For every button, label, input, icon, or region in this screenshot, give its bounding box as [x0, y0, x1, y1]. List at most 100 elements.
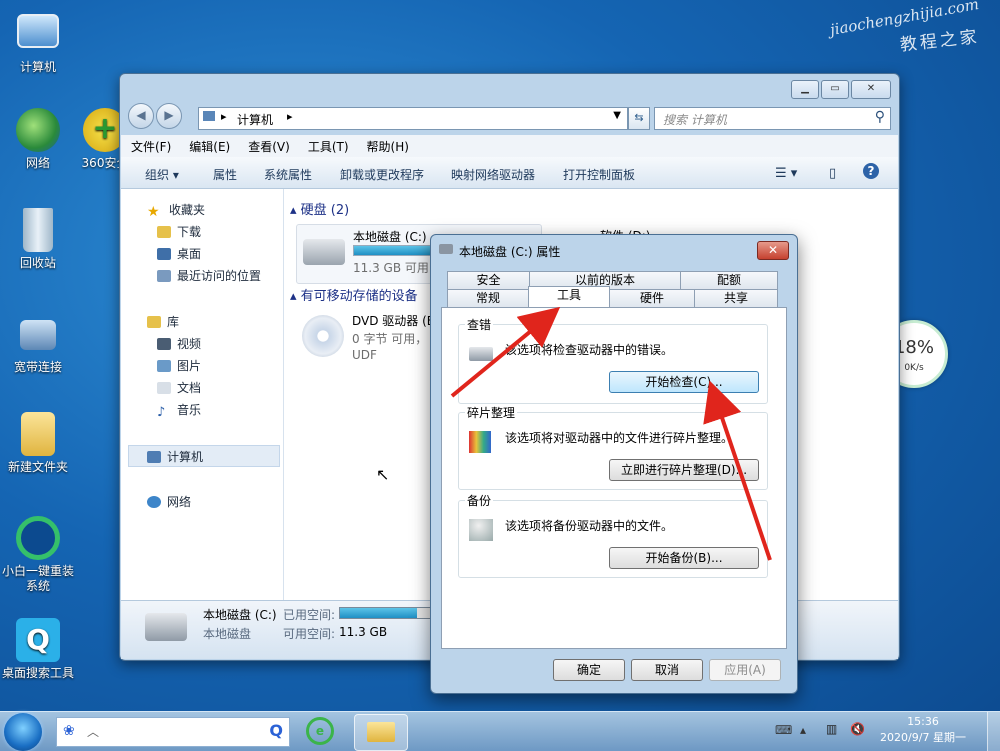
menu-view[interactable]: 查看(V) [238, 135, 298, 157]
xiaobai-reinstall-icon [16, 516, 60, 560]
dropdown-arrow-icon[interactable]: ▼ [613, 110, 621, 121]
dvd-disc-icon [302, 315, 344, 357]
map-network-drive-button[interactable]: 映射网络驱动器 [451, 166, 535, 183]
nav-downloads[interactable]: 下载 [157, 221, 201, 243]
clock[interactable]: 15:36 2020/9/7 星期一 [880, 714, 966, 746]
dialog-close-button[interactable]: ✕ [757, 241, 789, 260]
menu-help[interactable]: 帮助(H) [357, 135, 417, 157]
folder-icon [21, 412, 55, 456]
desktop-search-icon: Q [16, 618, 60, 662]
nav-desktop[interactable]: 桌面 [157, 243, 201, 265]
nav-music[interactable]: ♪ 音乐 [157, 399, 201, 421]
browser-icon[interactable]: e [306, 717, 334, 745]
volume-muted-icon[interactable]: 🔇 [850, 722, 865, 736]
nav-favorites[interactable]: ★ 收藏夹 [147, 199, 205, 221]
nav-video[interactable]: 视频 [157, 333, 201, 355]
dialog-title: 本地磁盘 (C:) 属性 [459, 245, 561, 259]
dvd-drive-tile[interactable]: DVD 驱动器 (E 0 字节 可用， UDF [296, 309, 436, 369]
open-control-panel-button[interactable]: 打开控制面板 [563, 166, 635, 183]
maximize-button[interactable]: ▭ [821, 80, 849, 99]
details-usage-bar [339, 607, 431, 619]
nav-pictures[interactable]: 图片 [157, 355, 201, 377]
nav-library[interactable]: 库 [147, 311, 179, 333]
ok-button[interactable]: 确定 [553, 659, 625, 681]
hard-drive-icon [469, 347, 493, 361]
desktop-icon-network[interactable]: 网络 [0, 108, 76, 171]
back-button[interactable]: ◀ [128, 103, 154, 129]
downloads-folder-icon [157, 226, 171, 238]
computer-icon [17, 14, 59, 48]
tools-panel: 查错 该选项将检查驱动器中的错误。 开始检查(C)... 碎片整理 该选项将对驱… [441, 307, 787, 649]
desktop-icon-broadband[interactable]: 宽带连接 [0, 312, 76, 375]
tab-hardware[interactable]: 硬件 [609, 289, 695, 307]
desktop-icon-xiaobai[interactable]: 小白一键重装系统 [0, 516, 76, 594]
desktop-icon-recycle-bin[interactable]: 回收站 [0, 208, 76, 271]
watermark: jiaochengzhijia.com 教程之家 [829, 0, 981, 55]
menu-edit[interactable]: 编辑(E) [179, 135, 238, 157]
check-now-button[interactable]: 开始检查(C)... [609, 371, 759, 393]
desktop-icon-computer[interactable]: 计算机 [0, 8, 76, 75]
menu-tools[interactable]: 工具(T) [298, 135, 357, 157]
chevron-right-icon: ▸ [221, 110, 227, 123]
folder-icon [367, 722, 395, 742]
nav-recent[interactable]: 最近访问的位置 [157, 265, 261, 287]
star-icon: ★ [147, 204, 160, 220]
keyboard-icon[interactable]: ⌨ [775, 723, 792, 737]
clock-date: 2020/9/7 星期一 [880, 731, 966, 744]
network-status-icon[interactable]: ▥ [826, 722, 837, 736]
menu-file[interactable]: 文件(F) [121, 135, 179, 157]
documents-icon [157, 382, 171, 394]
computer-icon [203, 111, 215, 121]
search-icon[interactable]: Q [269, 721, 283, 740]
chevron-right-icon: ▸ [287, 110, 293, 123]
search-input[interactable]: 搜索 计算机 ⚲ [654, 107, 891, 130]
hard-drive-icon [439, 244, 453, 254]
refresh-icon[interactable]: ⇆ [628, 107, 650, 130]
video-icon [157, 338, 171, 350]
uninstall-program-button[interactable]: 卸载或更改程序 [340, 166, 424, 183]
tab-tools[interactable]: 工具 [528, 286, 610, 307]
apply-button[interactable]: 应用(A) [709, 659, 781, 681]
defrag-now-button[interactable]: 立即进行碎片整理(D)... [609, 459, 759, 481]
tab-security[interactable]: 安全 [447, 271, 530, 289]
search-icon[interactable]: ⚲ [875, 109, 885, 125]
tray-arrow-icon[interactable]: ▴ [800, 723, 806, 737]
nav-network[interactable]: 网络 [147, 491, 191, 513]
cancel-button[interactable]: 取消 [631, 659, 703, 681]
address-bar[interactable]: ▸ 计算机 ▸ ▼ [198, 107, 628, 130]
taskbar-explorer-button[interactable] [354, 714, 408, 751]
hdd-group-header[interactable]: ▴ 硬盘 (2) [290, 199, 349, 218]
show-desktop-button[interactable] [987, 712, 1000, 751]
library-icon [147, 316, 161, 328]
hard-drive-icon [303, 239, 345, 265]
desktop-icon-desktop-search[interactable]: Q 桌面搜索工具 [0, 618, 76, 681]
music-icon: ♪ [157, 405, 166, 420]
organize-button[interactable]: 组织 ▾ [145, 166, 179, 183]
tab-quota[interactable]: 配额 [680, 271, 778, 289]
start-button[interactable] [4, 713, 42, 751]
nav-documents[interactable]: 文档 [157, 377, 201, 399]
system-properties-button[interactable]: 系统属性 [264, 166, 312, 183]
nav-computer[interactable]: 计算机 [128, 445, 280, 467]
minimize-button[interactable]: ▁ [791, 80, 819, 99]
removable-group-header[interactable]: ▴ 有可移动存储的设备 [290, 285, 418, 304]
preview-pane-icon[interactable]: ▯ [829, 166, 836, 181]
drive-properties-dialog: 本地磁盘 (C:) 属性 ✕ 安全 以前的版本 配额 常规 工具 硬件 共享 查… [430, 234, 798, 694]
properties-button[interactable]: 属性 [213, 166, 237, 183]
baidu-paw-icon: ❀ [63, 723, 75, 739]
close-button[interactable]: ✕ [851, 80, 891, 99]
breadcrumb-computer[interactable]: 计算机 [237, 111, 273, 128]
baidu-search-box[interactable]: ❀ ︿ Q [56, 717, 290, 747]
clock-time: 15:36 [907, 715, 939, 728]
desktop-icon-new-folder[interactable]: 新建文件夹 [0, 412, 76, 475]
help-icon[interactable]: ? [863, 163, 879, 179]
chevron-up-icon[interactable]: ︿ [87, 723, 99, 740]
recent-places-icon [157, 270, 171, 282]
defrag-icon [469, 431, 491, 453]
backup-now-button[interactable]: 开始备份(B)... [609, 547, 759, 569]
forward-button[interactable]: ▶ [156, 103, 182, 129]
tab-sharing[interactable]: 共享 [694, 289, 778, 307]
tab-general[interactable]: 常规 [447, 289, 529, 307]
desktop-icon [157, 248, 171, 260]
view-options-icon[interactable]: ☰ ▾ [775, 166, 797, 181]
